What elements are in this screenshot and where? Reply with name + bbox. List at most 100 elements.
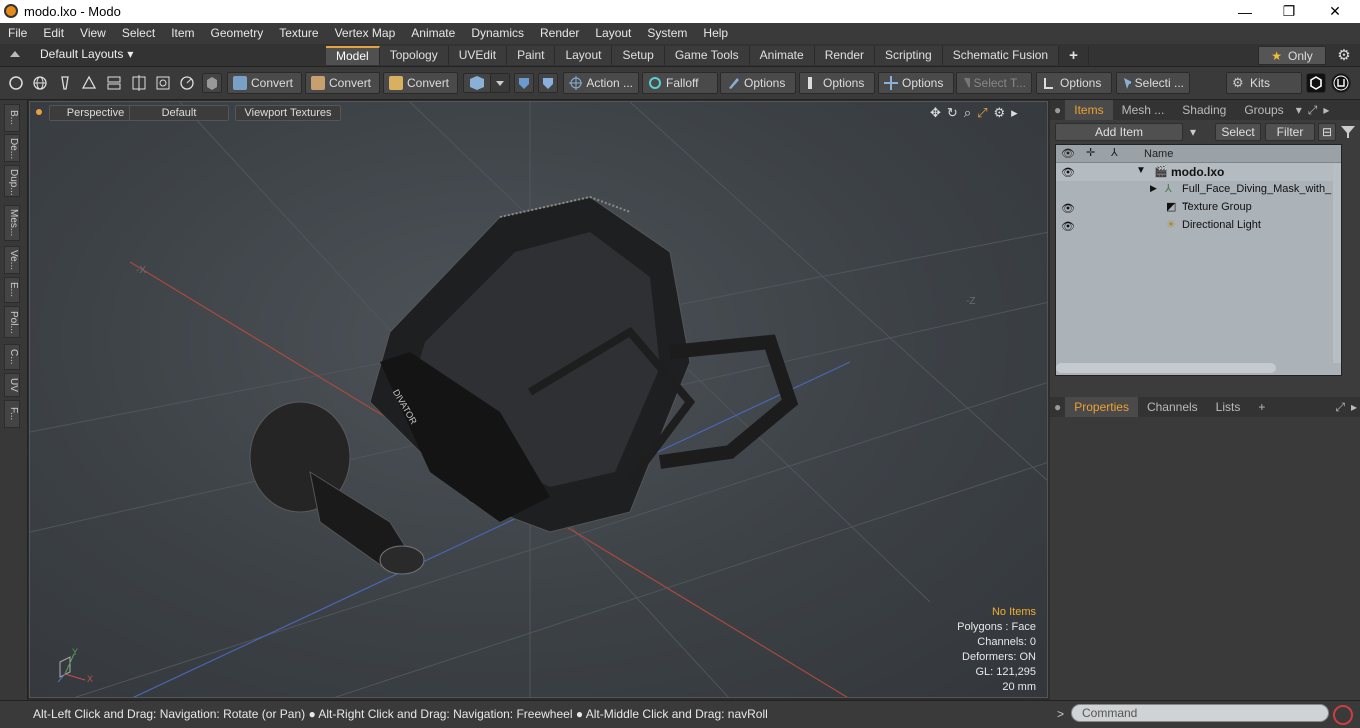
visibility-column-icon[interactable]: 👁: [1061, 147, 1075, 160]
chevron-down-icon[interactable]: ▾: [1293, 100, 1305, 120]
viewport-textures-dropdown[interactable]: Viewport Textures: [235, 105, 341, 121]
left-tab-deform[interactable]: De...: [4, 134, 20, 162]
action-center-button[interactable]: Action ...: [563, 72, 639, 94]
add-item-button[interactable]: Add Item ▾: [1055, 123, 1196, 141]
command-input[interactable]: Command: [1071, 704, 1329, 722]
menu-item[interactable]: Item: [163, 23, 202, 44]
left-tab-vertex[interactable]: Ve...: [4, 246, 20, 274]
tab-animate[interactable]: Animate: [749, 46, 815, 65]
tab-schematic-fusion[interactable]: Schematic Fusion: [942, 46, 1060, 65]
play-arrow-icon[interactable]: ▸: [1320, 100, 1332, 120]
menu-render[interactable]: Render: [532, 23, 587, 44]
zoom-icon[interactable]: ⌕: [964, 105, 971, 121]
left-tab-duplicate[interactable]: Dup...: [4, 165, 20, 197]
record-icon[interactable]: [1333, 705, 1353, 725]
visibility-eye-icon[interactable]: 👁: [1061, 166, 1075, 179]
maximize-view-icon[interactable]: ⤢: [977, 105, 987, 121]
tab-render[interactable]: Render: [814, 46, 876, 65]
viewport-menu-dot-icon[interactable]: [36, 109, 42, 115]
left-tab-polygon[interactable]: Pol...: [4, 306, 20, 338]
convert-button-2[interactable]: Convert: [305, 72, 380, 94]
globe-mode-icon[interactable]: [30, 73, 50, 93]
tab-game-tools[interactable]: Game Tools: [664, 46, 750, 65]
unity-icon[interactable]: [1306, 73, 1326, 93]
panel-menu-dot-icon[interactable]: ●: [1050, 397, 1065, 417]
tab-layout[interactable]: Layout: [555, 46, 613, 65]
lock-column-icon[interactable]: ✛: [1086, 146, 1095, 159]
left-tab-edge[interactable]: E...: [4, 277, 20, 303]
kits-button[interactable]: ⚙ Kits: [1226, 72, 1302, 94]
snap-icon[interactable]: [514, 73, 534, 93]
menu-edit[interactable]: Edit: [35, 23, 72, 44]
viewport-gear-icon[interactable]: ⚙: [994, 105, 1006, 121]
auto-select-icon[interactable]: [202, 73, 222, 93]
selection-sets-button[interactable]: Selecti ...: [1116, 72, 1190, 94]
funnel-icon[interactable]: [1340, 124, 1356, 140]
minimize-button[interactable]: —: [1222, 0, 1268, 23]
menu-geometry[interactable]: Geometry: [203, 23, 272, 44]
edges-mode-icon[interactable]: [55, 73, 75, 93]
play-arrow-icon[interactable]: ▸: [1011, 105, 1018, 121]
tab-model[interactable]: Model: [326, 46, 380, 65]
tab-topology[interactable]: Topology: [379, 46, 449, 65]
list-item[interactable]: 👁 ☀ Directional Light: [1056, 217, 1341, 235]
list-item[interactable]: 👁 ◩ Texture Group: [1056, 199, 1341, 217]
options-button-2[interactable]: Options: [799, 72, 875, 94]
menu-select[interactable]: Select: [114, 23, 163, 44]
menu-file[interactable]: File: [0, 23, 35, 44]
pan-icon[interactable]: ✥: [930, 105, 941, 121]
menu-texture[interactable]: Texture: [271, 23, 326, 44]
tab-channels[interactable]: Channels: [1138, 397, 1207, 417]
tab-mesh[interactable]: Mesh ...: [1113, 100, 1174, 120]
tab-paint[interactable]: Paint: [507, 46, 556, 65]
menu-animate[interactable]: Animate: [403, 23, 463, 44]
left-tab-fusion[interactable]: F...: [4, 400, 20, 428]
polygons-mode-icon[interactable]: [79, 73, 99, 93]
center-mode-icon[interactable]: [153, 73, 173, 93]
left-tab-uv[interactable]: UV: [4, 373, 20, 397]
visibility-eye-icon[interactable]: 👁: [1061, 202, 1075, 215]
select-button[interactable]: Select: [1215, 123, 1261, 141]
pivot-mode-icon[interactable]: [129, 73, 149, 93]
maximize-button[interactable]: ❐: [1266, 0, 1312, 23]
gear-icon[interactable]: ⚙: [1334, 46, 1354, 65]
shading-mode-dropdown[interactable]: Default: [129, 105, 229, 121]
menu-vertex-map[interactable]: Vertex Map: [327, 23, 404, 44]
vertices-mode-icon[interactable]: [6, 73, 26, 93]
tab-uvedit[interactable]: UVEdit: [448, 46, 508, 65]
tab-setup[interactable]: Setup: [612, 46, 665, 65]
left-tab-mesh[interactable]: Mes...: [4, 205, 20, 241]
options-button-3[interactable]: Options: [878, 72, 954, 94]
tab-lists[interactable]: Lists: [1207, 397, 1250, 417]
menu-help[interactable]: Help: [695, 23, 736, 44]
name-column-header[interactable]: Name: [1144, 148, 1173, 160]
expand-arrow-icon[interactable]: ▶: [1150, 183, 1157, 194]
menu-view[interactable]: View: [72, 23, 114, 44]
panel-menu-dot-icon[interactable]: ●: [1050, 100, 1065, 120]
unreal-icon[interactable]: [1331, 73, 1351, 93]
tab-properties[interactable]: Properties: [1065, 397, 1138, 417]
convert-button-1[interactable]: Convert: [227, 72, 302, 94]
select-through-button[interactable]: Select T...: [956, 72, 1032, 94]
menu-layout[interactable]: Layout: [587, 23, 639, 44]
layout-selector[interactable]: Default Layouts ▾: [8, 47, 133, 61]
material-mode-icon[interactable]: [177, 73, 197, 93]
list-item[interactable]: ▶ ⅄ Full_Face_Diving_Mask_with_ ...: [1056, 181, 1341, 207]
axis-column-icon[interactable]: ⅄: [1111, 146, 1118, 159]
add-tab-button[interactable]: +: [1059, 46, 1089, 65]
tab-groups[interactable]: Groups: [1235, 100, 1292, 120]
left-tab-curve[interactable]: C...: [4, 344, 20, 370]
play-arrow-icon[interactable]: ▸: [1348, 397, 1360, 417]
menu-dynamics[interactable]: Dynamics: [463, 23, 532, 44]
symmetry-icon[interactable]: [463, 73, 491, 93]
expand-panel-icon[interactable]: ⤢: [1305, 100, 1321, 120]
expand-arrow-icon[interactable]: ▼: [1136, 165, 1146, 176]
falloff-button[interactable]: Falloff: [642, 72, 718, 94]
vertical-scrollbar[interactable]: [1333, 163, 1341, 363]
add-panel-tab-button[interactable]: +: [1249, 397, 1274, 417]
left-tab-basic[interactable]: B...: [4, 104, 20, 132]
3d-viewport[interactable]: DIVATOR -X -Z Y X Perspective Default Vi…: [29, 101, 1048, 698]
collapse-list-icon[interactable]: ⊟: [1318, 123, 1336, 141]
list-item[interactable]: 👁 ▼ 🎬 modo.lxo: [1056, 163, 1341, 181]
items-mode-icon[interactable]: [104, 73, 124, 93]
